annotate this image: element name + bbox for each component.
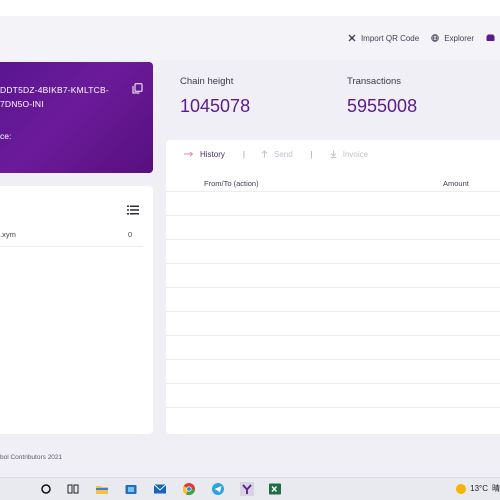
tab-separator: | [310, 149, 313, 159]
table-row [166, 336, 500, 360]
history-icon [184, 151, 194, 157]
mosaic-amount: 0 [128, 230, 133, 239]
table-row [166, 264, 500, 288]
tab-send-label: Send [273, 149, 293, 159]
import-qr-code-button[interactable]: Import QR Code [348, 34, 419, 43]
account-address-line2: 7DN5O-INI [0, 98, 44, 109]
explorer-button[interactable]: Explorer [431, 34, 474, 43]
search-icon[interactable] [39, 482, 53, 496]
mosaic-row[interactable]: .xym 0 [0, 227, 143, 247]
explorer-label: Explorer [444, 33, 474, 43]
store-icon[interactable] [124, 482, 138, 496]
copy-icon[interactable] [132, 83, 143, 94]
table-row [166, 288, 500, 312]
invoice-icon [330, 150, 337, 158]
transactions-stat: Transactions 5955008 [347, 76, 417, 117]
table-row [166, 216, 500, 240]
telegram-icon[interactable] [211, 482, 225, 496]
tab-send[interactable]: Send [261, 150, 293, 159]
weather-sun-icon [456, 483, 467, 494]
chain-height-label: Chain height [180, 76, 234, 87]
footer-copyright: bol Contributors 2021 [0, 454, 63, 461]
column-from-to: From/To (action) [204, 179, 259, 188]
wallet-menu-button[interactable] [486, 34, 500, 42]
transactions-panel: History | Send | Invoice From/To (action… [166, 140, 500, 434]
file-explorer-icon[interactable] [95, 482, 109, 496]
system-tray: 13°C 晴 [456, 483, 500, 494]
qr-code-icon [348, 34, 356, 42]
task-view-icon[interactable] [66, 482, 80, 496]
table-row [166, 192, 500, 216]
mail-icon[interactable] [153, 482, 167, 496]
transactions-label: Transactions [347, 76, 402, 87]
import-qr-code-label: Import QR Code [360, 33, 420, 43]
window-titlebar [0, 0, 500, 16]
symbol-wallet-icon[interactable] [240, 482, 254, 496]
table-header: From/To (action) Amount [166, 176, 500, 192]
table-row [166, 312, 500, 336]
mosaics-card: .xym 0 [0, 186, 153, 434]
account-card: DDT5DZ-4BIKB7-KMLTCB- 7DN5O-INI ce: [0, 62, 153, 173]
account-balance-label: ce: [0, 131, 12, 141]
tab-invoice[interactable]: Invoice [330, 150, 368, 159]
weather-condition: 晴 [492, 484, 500, 493]
globe-icon [431, 34, 439, 42]
table-row [166, 384, 500, 408]
transaction-tabs: History | Send | Invoice [166, 140, 500, 168]
weather-temperature[interactable]: 13°C [470, 484, 488, 493]
column-amount: Amount [443, 179, 469, 188]
account-address: DDT5DZ-4BIKB7-KMLTCB- 7DN5O-INI [0, 84, 118, 111]
mosaic-name: .xym [0, 230, 16, 239]
wallet-icon [486, 34, 495, 41]
table-row [166, 240, 500, 264]
account-address-line1: DDT5DZ-4BIKB7-KMLTCB- [0, 85, 109, 95]
tab-invoice-label: Invoice [342, 149, 369, 159]
transactions-value: 5955008 [347, 96, 418, 116]
list-icon[interactable] [127, 205, 139, 215]
table-row [166, 360, 500, 384]
top-nav: Import QR Code Explorer [336, 30, 500, 46]
excel-icon[interactable] [268, 482, 282, 496]
tab-separator: | [242, 149, 245, 159]
taskbar: 13°C 晴 [0, 477, 500, 500]
chain-height-stat: Chain height 1045078 [180, 76, 250, 117]
chain-height-value: 1045078 [180, 96, 251, 116]
tab-history[interactable]: History [184, 150, 225, 159]
send-icon [261, 150, 268, 158]
tab-history-label: History [200, 149, 225, 159]
chrome-icon[interactable] [182, 482, 196, 496]
